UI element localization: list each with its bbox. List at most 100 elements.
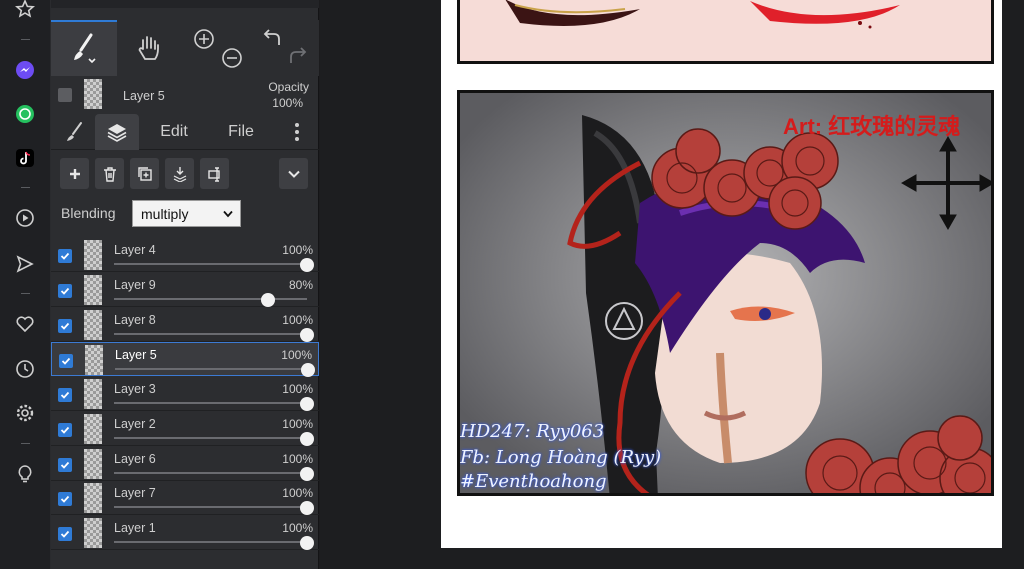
send-icon[interactable] [12,251,38,277]
transform-icon [207,166,220,182]
brush-tool-button[interactable] [51,20,117,76]
layer-visibility-checkbox[interactable] [59,354,73,369]
heart-icon[interactable] [12,311,38,337]
brush-icon [74,33,96,64]
layer-opacity-slider[interactable] [114,332,307,335]
check-icon [60,530,70,538]
layer-row[interactable]: Layer 4 100% [51,238,319,272]
current-layer-checkbox[interactable] [58,88,72,102]
layer-opacity-slider[interactable] [114,402,307,404]
layer-opacity-slider[interactable] [115,368,308,371]
check-icon [60,426,70,434]
duplicate-layer-button[interactable] [130,158,159,189]
canvas-area[interactable]: Art: 红玫瑰的灵魂 HD247: Ryy063 Fb: Long Hoàng… [320,0,1024,569]
layer-visibility-checkbox[interactable] [58,527,72,541]
brush-icon [67,122,82,141]
layer-opacity-slider[interactable] [114,471,307,474]
layer-visibility-checkbox[interactable] [58,283,72,298]
tiktok-icon[interactable] [12,145,38,171]
layer-visibility-checkbox[interactable] [58,318,72,333]
gear-icon[interactable] [12,400,38,426]
layer-row[interactable]: Layer 5 100% [51,342,319,378]
layer-name: Layer 4 [114,243,156,257]
layer-opacity-slider[interactable] [114,436,307,439]
layer-row[interactable]: Layer 3 100% [51,377,319,411]
duplicate-icon [137,166,152,181]
layer-opacity-slider-handle[interactable] [300,431,314,446]
layer-row[interactable]: Layer 2 100% [51,412,319,446]
layer-opacity-slider-handle[interactable] [300,536,314,550]
credit-line-1: HD247: Ryy063 [460,421,605,442]
check-icon [61,358,71,366]
layer-name: Layer 9 [114,277,156,292]
chevron-down-icon [223,210,233,218]
credit-line-2: Fb: Long Hoàng (Ryy) [460,447,662,468]
layer-thumbnail [84,448,102,479]
blending-value: multiply [141,205,189,222]
play-circle-icon[interactable] [12,205,38,231]
layer-opacity-slider-handle[interactable] [300,327,314,342]
layer-opacity-slider-handle[interactable] [300,258,314,272]
layer-opacity-slider-handle[interactable] [301,363,315,378]
zoom-out-icon[interactable] [221,47,243,74]
layer-row[interactable]: Layer 9 80% [51,273,319,307]
layer-opacity-value: 100% [282,451,313,466]
layer-name: Layer 6 [114,451,156,466]
layer-opacity-slider[interactable] [114,506,307,509]
undo-icon[interactable] [261,27,283,54]
redo-icon[interactable] [287,45,309,72]
current-layer-thumbnail [84,79,102,109]
opacity-label: Opacity [268,80,309,94]
layer-opacity-value: 100% [282,382,313,396]
delete-layer-button[interactable] [95,158,124,189]
layer-thumbnail [84,274,102,305]
tab-brushes[interactable] [57,114,93,150]
layer-visibility-checkbox[interactable] [58,249,72,263]
tool-panel: Layer 5 Opacity 100% Edit File Blending … [51,0,319,569]
zoom-in-icon[interactable] [193,28,215,55]
lightbulb-icon[interactable] [12,461,38,487]
layer-opacity-value: 100% [281,348,312,363]
check-icon [60,461,70,469]
transform-layer-button[interactable] [200,158,229,189]
layer-thumbnail [84,483,102,514]
layer-opacity-value: 80% [288,277,313,292]
hand-tool-button[interactable] [117,20,181,76]
layer-opacity-slider-handle[interactable] [300,501,314,516]
star-icon[interactable] [12,0,38,22]
layer-row[interactable]: Layer 1 100% [51,516,319,550]
opacity-value[interactable]: 100% [272,96,303,110]
layer-visibility-checkbox[interactable] [58,388,72,402]
merge-down-button[interactable] [165,158,194,189]
layer-opacity-slider[interactable] [114,263,307,265]
tab-file[interactable]: File [215,114,267,150]
tab-edit[interactable]: Edit [147,114,201,150]
layer-row[interactable]: Layer 6 100% [51,447,319,481]
more-button[interactable] [283,114,311,150]
add-layer-button[interactable] [60,158,89,189]
layer-row[interactable]: Layer 8 100% [51,308,319,342]
blending-label: Blending [61,205,116,221]
app-window: Layer 5 Opacity 100% Edit File Blending … [0,0,1024,569]
layer-opacity-value: 100% [282,486,313,501]
layer-opacity-slider-handle[interactable] [300,397,314,411]
layer-opacity-slider[interactable] [114,297,307,300]
credit-line-3: #Eventhoahong [460,471,607,492]
whatsapp-icon[interactable] [12,101,38,127]
messenger-icon[interactable] [12,57,38,83]
layer-row[interactable]: Layer 7 100% [51,481,319,516]
layer-visibility-checkbox[interactable] [58,492,72,507]
clock-icon[interactable] [12,356,38,382]
layer-opacity-slider-handle[interactable] [261,292,276,307]
layer-opacity-slider-handle[interactable] [300,466,314,481]
layer-name: Layer 7 [114,486,156,501]
layer-visibility-checkbox[interactable] [58,422,72,437]
layer-options-button[interactable] [279,158,308,189]
separator [21,39,30,40]
chevron-down-icon [287,170,300,178]
blending-select[interactable]: multiply [132,200,241,227]
tab-layers[interactable] [95,114,139,150]
layer-visibility-checkbox[interactable] [58,457,72,472]
current-layer-name: Layer 5 [123,89,165,103]
layer-opacity-slider[interactable] [114,541,307,543]
